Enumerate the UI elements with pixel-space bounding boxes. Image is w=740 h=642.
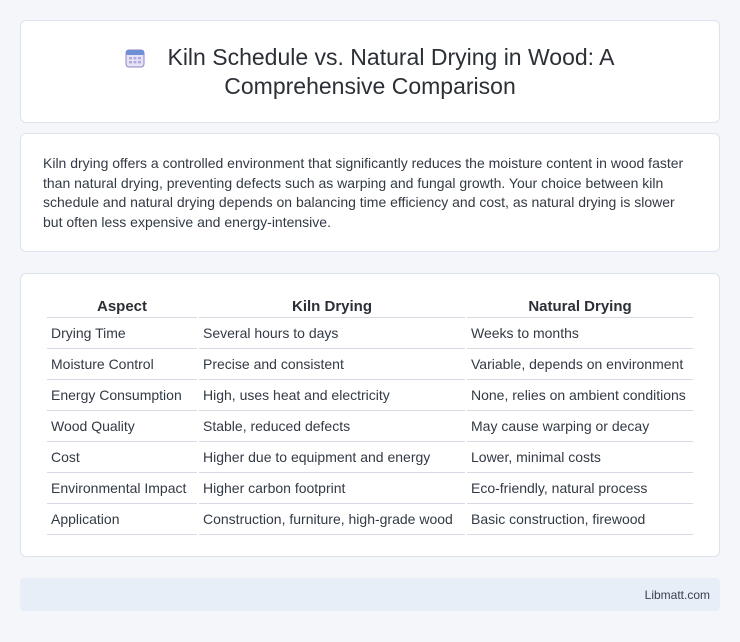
page-title-text: Kiln Schedule vs. Natural Drying in Wood… xyxy=(167,43,615,99)
table-cell: Energy Consumption xyxy=(47,380,197,411)
table-cell: May cause warping or decay xyxy=(467,411,693,442)
page-title: Kiln Schedule vs. Natural Drying in Wood… xyxy=(81,43,659,101)
table-cell: Drying Time xyxy=(47,318,197,349)
table-cell: Several hours to days xyxy=(199,318,465,349)
table-row: Energy Consumption High, uses heat and e… xyxy=(47,380,693,411)
table-row: Application Construction, furniture, hig… xyxy=(47,504,693,535)
table-cell: High, uses heat and electricity xyxy=(199,380,465,411)
table-cell: Construction, furniture, high-grade wood xyxy=(199,504,465,535)
footer: Libmatt.com xyxy=(20,578,720,611)
comparison-table-card: Aspect Kiln Drying Natural Drying Drying… xyxy=(20,273,720,557)
table-cell: Application xyxy=(47,504,197,535)
header-card: Kiln Schedule vs. Natural Drying in Wood… xyxy=(20,20,720,123)
table-cell: Higher carbon footprint xyxy=(199,473,465,504)
comparison-table: Aspect Kiln Drying Natural Drying Drying… xyxy=(45,294,695,535)
intro-paragraph: Kiln drying offers a controlled environm… xyxy=(43,155,684,230)
column-header-natural-drying: Natural Drying xyxy=(467,294,693,318)
table-cell: Lower, minimal costs xyxy=(467,442,693,473)
table-cell: Moisture Control xyxy=(47,349,197,380)
table-cell: Basic construction, firewood xyxy=(467,504,693,535)
column-header-kiln-drying: Kiln Drying xyxy=(199,294,465,318)
footer-site-link[interactable]: Libmatt.com xyxy=(645,588,710,602)
intro-card: Kiln drying offers a controlled environm… xyxy=(20,133,720,252)
table-cell: Variable, depends on environment xyxy=(467,349,693,380)
table-row: Drying Time Several hours to days Weeks … xyxy=(47,318,693,349)
table-row: Cost Higher due to equipment and energy … xyxy=(47,442,693,473)
table-row: Moisture Control Precise and consistent … xyxy=(47,349,693,380)
table-cell: Eco-friendly, natural process xyxy=(467,473,693,504)
calendar-icon xyxy=(125,49,145,67)
table-row: Wood Quality Stable, reduced defects May… xyxy=(47,411,693,442)
table-cell: Wood Quality xyxy=(47,411,197,442)
table-cell: Environmental Impact xyxy=(47,473,197,504)
table-cell: Cost xyxy=(47,442,197,473)
table-cell: Stable, reduced defects xyxy=(199,411,465,442)
column-header-aspect: Aspect xyxy=(47,294,197,318)
table-header-row: Aspect Kiln Drying Natural Drying xyxy=(47,294,693,318)
table-row: Environmental Impact Higher carbon footp… xyxy=(47,473,693,504)
table-cell: Precise and consistent xyxy=(199,349,465,380)
table-cell: Weeks to months xyxy=(467,318,693,349)
table-cell: Higher due to equipment and energy xyxy=(199,442,465,473)
table-cell: None, relies on ambient conditions xyxy=(467,380,693,411)
